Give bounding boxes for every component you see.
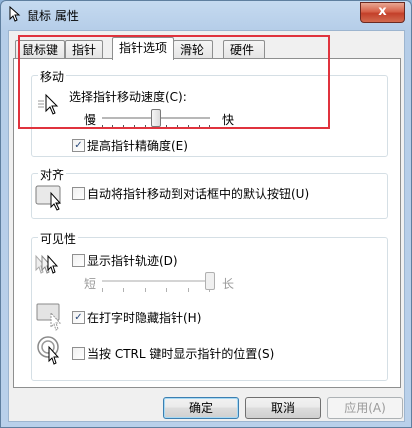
tab-label: 指针 <box>72 43 97 57</box>
short-label: 短 <box>84 277 97 291</box>
apply-button[interactable]: 应用(A) <box>327 397 403 419</box>
trails-checkbox[interactable] <box>72 254 85 267</box>
hide-while-typing-icon <box>36 303 62 331</box>
trails-slider-ticks <box>102 288 210 292</box>
hide-while-typing-label[interactable]: 在打字时隐藏指针(H) <box>87 309 201 326</box>
snap-checkbox[interactable] <box>72 187 85 200</box>
tab-buttons[interactable]: 鼠标键 <box>15 40 65 59</box>
hide-while-typing-checkbox[interactable]: ✓ <box>72 311 85 324</box>
fast-label: 快 <box>222 113 235 127</box>
close-icon: x <box>378 4 387 19</box>
cancel-button[interactable]: 取消 <box>245 397 321 419</box>
ok-button[interactable]: 确定 <box>163 397 239 419</box>
window-title: 鼠标 属性 <box>27 9 79 23</box>
mouse-pointer-icon <box>9 6 21 22</box>
pointer-speed-icon <box>38 93 59 115</box>
title-bar[interactable]: 鼠标 属性 x <box>1 1 411 29</box>
tab-label: 滑轮 <box>180 43 205 57</box>
tab-pointer-options[interactable]: 指针选项 <box>112 37 174 60</box>
visibility-group-title: 可见性 <box>38 230 79 247</box>
snap-to-button-icon <box>35 185 62 211</box>
ctrl-locate-icon <box>37 336 60 365</box>
snap-label[interactable]: 自动将指针移动到对话框中的默认按钮(U) <box>87 185 309 202</box>
trails-slider-thumb[interactable] <box>205 272 215 290</box>
tab-label: 硬件 <box>230 43 255 57</box>
pointer-options-panel: 移动 选择指针移动速度(C): 慢 快 ✓ 提高指针精确度(E) 对齐 自动将指… <box>13 58 401 388</box>
dialog-client: 鼠标键 指针 指针选项 滑轮 硬件 移动 选择指针移动速度(C): 慢 快 ✓ <box>8 30 405 422</box>
speed-slider-thumb[interactable] <box>151 109 161 127</box>
ctrl-locate-checkbox[interactable] <box>72 347 85 360</box>
tab-pointers[interactable]: 指针 <box>65 40 103 59</box>
trails-slider-track[interactable] <box>102 280 210 283</box>
slow-label: 慢 <box>84 113 97 127</box>
long-label: 长 <box>222 277 235 291</box>
speed-label: 选择指针移动速度(C): <box>69 90 187 104</box>
tab-wheel[interactable]: 滑轮 <box>173 40 213 59</box>
snap-group-title: 对齐 <box>38 166 67 183</box>
motion-group-title: 移动 <box>38 68 67 85</box>
checkmark-icon: ✓ <box>74 312 83 323</box>
precision-label[interactable]: 提高指针精确度(E) <box>87 137 188 154</box>
close-button[interactable]: x <box>360 2 405 23</box>
mouse-properties-window: 鼠标 属性 x 鼠标键 指针 指针选项 滑轮 硬件 移动 选择指针移动速度(C)… <box>0 0 412 428</box>
tab-hardware[interactable]: 硬件 <box>223 40 265 59</box>
ctrl-locate-label[interactable]: 当按 CTRL 键时显示指针的位置(S) <box>87 345 274 362</box>
pointer-trails-icon <box>35 254 59 274</box>
tab-label: 指针选项 <box>119 41 168 55</box>
trails-label[interactable]: 显示指针轨迹(D) <box>87 252 178 269</box>
checkmark-icon: ✓ <box>74 140 83 151</box>
tab-label: 鼠标键 <box>22 43 59 57</box>
precision-checkbox[interactable]: ✓ <box>72 139 85 152</box>
